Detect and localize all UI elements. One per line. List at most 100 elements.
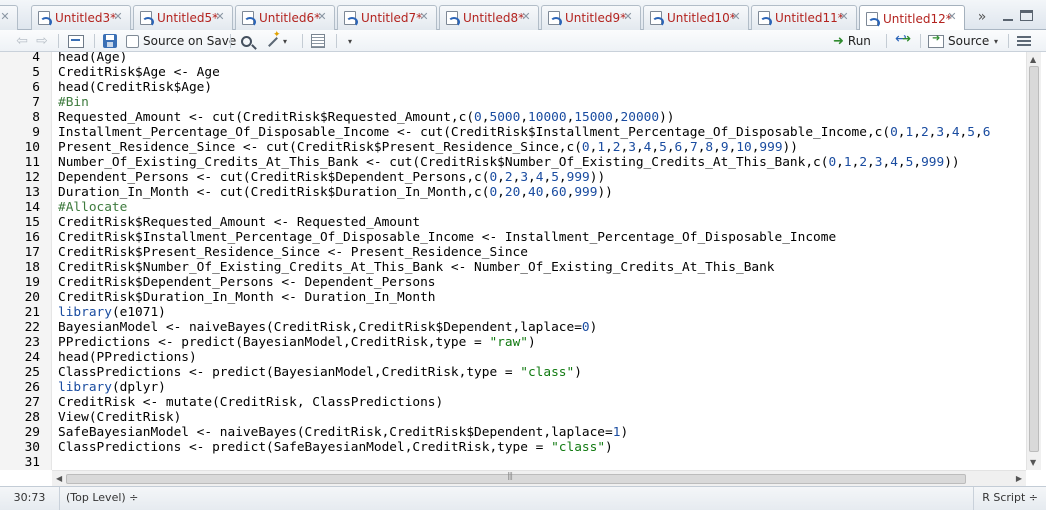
scroll-down-icon[interactable]: ▼ — [1030, 458, 1036, 467]
code-line[interactable]: 21 library(e1071) — [0, 305, 1026, 320]
code-line[interactable]: 17 CreditRisk$Present_Residence_Since <- … — [0, 245, 1026, 260]
run-button[interactable]: ➜ Run — [833, 33, 871, 49]
code-line[interactable]: 24 head(PPredictions) — [0, 350, 1026, 365]
code-line[interactable]: 26 library(dplyr) — [0, 380, 1026, 395]
code-line[interactable]: 27 CreditRisk <- mutate(CreditRisk, Class… — [0, 395, 1026, 410]
toolbar-divider — [886, 34, 887, 48]
code-line[interactable]: 14 #Allocate — [0, 200, 1026, 215]
more-options-dropdown[interactable]: ▾ — [346, 33, 352, 49]
source-dropdown[interactable]: ▾ — [992, 33, 998, 49]
code-editor[interactable]: 4 head(Age) 5 CreditRisk$Age <- Age 6 head(Cr… — [0, 52, 1046, 470]
tab-bar: *✕Untitled3*✕Untitled5*✕Untitled6*✕Untit… — [0, 0, 1046, 31]
horizontal-scrollbar[interactable]: ◀ ▶ — [52, 470, 1026, 486]
tab-untitled12[interactable]: Untitled12* ✕ — [859, 5, 965, 31]
source-on-save-checkbox[interactable] — [126, 34, 139, 48]
line-number: 25 — [24, 365, 40, 380]
scope-selector[interactable]: (Top Level) ÷ — [66, 487, 138, 510]
rerun-button[interactable] — [895, 31, 913, 49]
find-replace-button[interactable] — [240, 33, 252, 49]
file-type-selector[interactable]: R Script ÷ — [973, 487, 1046, 510]
tab-untitled3[interactable]: Untitled3* ✕ — [31, 5, 131, 30]
code-text: Duration_In_Month <- cut(CreditRisk$Dura… — [58, 185, 613, 200]
forward-button[interactable]: ⇨ — [34, 33, 50, 49]
code-line[interactable]: 13 Duration_In_Month <- cut(CreditRisk$Du… — [0, 185, 1026, 200]
scroll-up-icon[interactable]: ▲ — [1030, 55, 1036, 64]
close-icon[interactable]: ✕ — [0, 10, 12, 24]
save-button[interactable] — [103, 33, 117, 49]
chevron-down-icon: ▾ — [283, 36, 288, 46]
code-line[interactable]: 9 Installment_Percentage_Of_Disposable_In… — [0, 125, 1026, 140]
close-icon[interactable]: ✕ — [519, 10, 533, 24]
code-line[interactable]: 16 CreditRisk$Installment_Percentage_Of_D… — [0, 230, 1026, 245]
show-in-window-button[interactable] — [68, 33, 84, 49]
code-line[interactable]: 28 View(CreditRisk) — [0, 410, 1026, 425]
minimize-icon[interactable] — [1000, 9, 1016, 23]
tab-untitled6[interactable]: Untitled6* ✕ — [235, 5, 335, 30]
close-icon[interactable]: ✕ — [315, 10, 329, 24]
tab-untitled11[interactable]: Untitled11* ✕ — [751, 5, 857, 30]
code-line[interactable]: 18 CreditRisk$Number_Of_Existing_Credits_… — [0, 260, 1026, 275]
close-icon[interactable]: ✕ — [213, 10, 227, 24]
tab-untitled10[interactable]: Untitled10* ✕ — [643, 5, 749, 30]
back-button[interactable]: ⇦ — [14, 33, 30, 49]
vertical-scroll-thumb[interactable] — [1029, 66, 1039, 452]
close-icon[interactable]: ✕ — [111, 10, 125, 24]
tab-untitled8[interactable]: Untitled8* ✕ — [439, 5, 539, 30]
line-number: 11 — [24, 155, 40, 170]
scroll-left-icon[interactable]: ◀ — [56, 474, 62, 483]
tab-untitled9[interactable]: Untitled9* ✕ — [541, 5, 641, 30]
code-line[interactable]: 11 Number_Of_Existing_Credits_At_This_Ban… — [0, 155, 1026, 170]
r-file-icon — [758, 11, 772, 27]
code-line[interactable]: 29 SafeBayesianModel <- naiveBayes(Credit… — [0, 425, 1026, 440]
close-icon[interactable]: ✕ — [837, 10, 851, 24]
arrow-left-icon: ⇦ — [16, 33, 28, 49]
chevron-down-icon: ▾ — [994, 36, 999, 46]
line-number: 26 — [24, 380, 40, 395]
code-line[interactable]: 30 ClassPredictions <- predict(SafeBayesi… — [0, 440, 1026, 455]
document-outline-button[interactable] — [1017, 33, 1031, 49]
editor-toolbar: ⇦ ⇨ Source on Save ▾ ▾ ➜ Run Source — [0, 30, 1046, 52]
code-tools-button[interactable]: ▾ — [265, 30, 288, 49]
close-icon[interactable]: ✕ — [417, 10, 431, 24]
code-line[interactable]: 8 Requested_Amount <- cut(CreditRisk$Requ… — [0, 110, 1026, 125]
line-number: 12 — [24, 170, 40, 185]
tab-label: Untitled5* — [157, 11, 219, 25]
code-line[interactable]: 10 Present_Residence_Since <- cut(CreditR… — [0, 140, 1026, 155]
close-icon[interactable]: ✕ — [729, 10, 743, 24]
code-line[interactable]: 12 Dependent_Persons <- cut(CreditRisk$De… — [0, 170, 1026, 185]
tab-untitled7[interactable]: Untitled7* ✕ — [337, 5, 437, 30]
more-tabs-icon[interactable]: » — [972, 8, 992, 26]
maximize-icon[interactable] — [1020, 10, 1033, 21]
code-line[interactable]: 4 head(Age) — [0, 52, 1026, 65]
close-icon[interactable]: ✕ — [621, 10, 635, 24]
line-number: 5 — [32, 65, 40, 80]
code-line[interactable]: 15 CreditRisk$Requested_Amount <- Request… — [0, 215, 1026, 230]
code-line[interactable]: 19 CreditRisk$Dependent_Persons <- Depend… — [0, 275, 1026, 290]
source-on-save-toggle[interactable]: Source on Save — [126, 33, 236, 49]
outline-menu-icon — [1017, 35, 1031, 47]
close-icon[interactable]: ✕ — [945, 10, 959, 24]
compile-report-button[interactable] — [311, 33, 325, 49]
tab-label: Untitled8* — [463, 11, 525, 25]
code-line[interactable]: 23 PPredictions <- predict(BayesianModel,… — [0, 335, 1026, 350]
show-in-window-icon — [68, 34, 84, 48]
line-number: 21 — [24, 305, 40, 320]
code-line[interactable]: 6 head(CreditRisk$Age) — [0, 80, 1026, 95]
code-line[interactable]: 25 ClassPredictions <- predict(BayesianMo… — [0, 365, 1026, 380]
code-area[interactable]: 4 head(Age) 5 CreditRisk$Age <- Age 6 head(Cr… — [0, 52, 1026, 470]
tab-untitled5[interactable]: Untitled5* ✕ — [133, 5, 233, 30]
tab-partial[interactable]: *✕ — [0, 5, 18, 30]
horizontal-scroll-thumb[interactable] — [66, 471, 966, 484]
code-line[interactable]: 20 CreditRisk$Duration_In_Month <- Durati… — [0, 290, 1026, 305]
toolbar-divider — [920, 34, 921, 48]
source-button[interactable]: Source — [928, 33, 989, 49]
code-text: head(PPredictions) — [58, 350, 197, 365]
code-line[interactable]: 31 — [0, 455, 1026, 470]
code-line[interactable]: 5 CreditRisk$Age <- Age — [0, 65, 1026, 80]
vertical-scrollbar[interactable]: ▲ ▼ — [1026, 52, 1041, 470]
line-number: 18 — [24, 260, 40, 275]
arrow-right-icon: ⇨ — [36, 33, 48, 49]
code-line[interactable]: 22 BayesianModel <- naiveBayes(CreditRisk… — [0, 320, 1026, 335]
code-line[interactable]: 7 #Bin — [0, 95, 1026, 110]
scroll-right-icon[interactable]: ▶ — [1016, 474, 1022, 483]
